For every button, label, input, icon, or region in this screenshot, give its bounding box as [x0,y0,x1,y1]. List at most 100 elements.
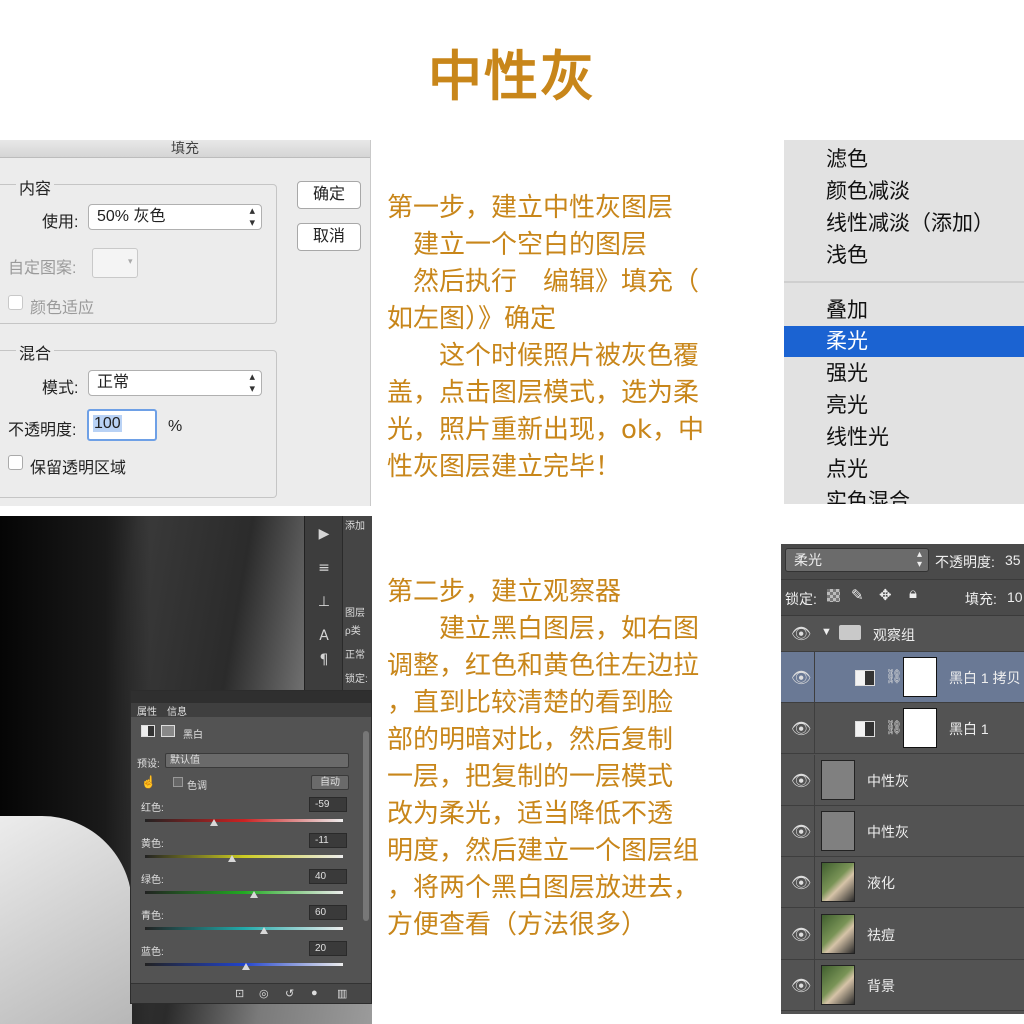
brush-icon[interactable]: ✎ [851,586,864,604]
slider-value-field[interactable]: -11 [309,833,347,848]
slider-thumb[interactable] [259,927,268,934]
eye-icon[interactable]: 👁︎ [791,925,811,945]
menu-item-linear-light[interactable]: 线性光 [784,422,1024,453]
layer-row[interactable]: 👁︎ ⛓︎ 黑白 1 [781,703,1024,755]
slider-thumb[interactable] [249,891,258,898]
layer-row[interactable]: 👁︎ 祛痘 [781,908,1024,960]
layer-mask-thumb[interactable] [903,657,937,697]
auto-button[interactable]: 自动 [311,775,349,790]
lock-icon[interactable]: 🔒︎ [909,585,917,602]
opacity-value: 100 [93,415,122,432]
menu-item-hard-light[interactable]: 强光 [784,358,1024,389]
layer-thumb[interactable] [821,810,855,851]
eye-icon[interactable]: 👁︎ [791,624,811,644]
layer-thumb[interactable] [821,964,855,1005]
chain-link-icon[interactable]: ⛓︎ [885,719,903,736]
layer-name: 液化 [867,875,895,892]
menu-item-screen[interactable]: 滤色 [784,144,1024,175]
slider-value-field[interactable]: 60 [309,905,347,920]
eye-icon[interactable]: 👁︎ [791,822,811,842]
step2-line: 明度，然后建立一个图层组 [387,836,700,866]
fill-dialog-title: 填充 [0,140,370,158]
slider-track[interactable] [145,819,343,822]
use-select[interactable]: 50% 灰色 ▴ ▾ [88,204,262,230]
slider-track[interactable] [145,891,343,894]
slider-thumb[interactable] [241,963,250,970]
slider-label: 绿色: [141,875,164,886]
panel-scrollbar[interactable] [363,731,369,921]
layer-lock-label: 锁定: [785,591,817,607]
step2-line: 第二步，建立观察器 [387,577,622,607]
visibility-toggle-icon[interactable]: ◎ [259,987,269,1000]
layer-blend-select[interactable]: 柔光 ▴ ▾ [785,548,929,572]
layer-row[interactable]: 👁︎ 背景 [781,959,1024,1011]
bw-adjustment-icon [855,721,875,738]
play-icon[interactable]: ▶ [313,524,335,544]
menu-item-color-dodge[interactable]: 颜色减淡 [784,176,1024,207]
slider-value-field[interactable]: 40 [309,869,347,884]
slider-value-field[interactable]: 20 [309,941,347,956]
menu-item-overlay[interactable]: 叠加 [784,295,1024,326]
tab-info[interactable]: 信息 [167,703,187,718]
side-search[interactable]: ρ类 [345,622,361,637]
ok-button[interactable]: 确定 [297,181,361,209]
menu-item-soft-light[interactable]: 柔光 [784,326,1024,357]
layer-thumb[interactable] [821,862,855,903]
preserve-transparency-checkbox[interactable] [8,455,23,470]
slider-track[interactable] [145,927,343,930]
row-divider [814,959,815,1011]
eye-icon[interactable]: 👁︎ [791,719,811,739]
slider-value-field[interactable]: -59 [309,797,347,812]
tint-checkbox[interactable] [173,777,183,787]
layer-opacity-value[interactable]: 35 [1005,552,1021,568]
side-tab-layers[interactable]: 图层 [345,604,365,619]
layer-mask-thumb[interactable] [903,708,937,749]
side-lock: 锁定: [345,674,368,685]
slider-thumb[interactable] [210,819,219,826]
menu-item-lighter-color[interactable]: 浅色 [784,240,1024,271]
reset-icon[interactable]: ↺ [285,987,294,1000]
eye-icon[interactable]: 👁︎ [791,976,811,996]
layer-thumb[interactable] [821,913,855,954]
menu-item-hard-mix[interactable]: 实色混合 [784,486,1024,504]
opacity-input[interactable]: 100 [87,409,157,441]
cancel-button[interactable]: 取消 [297,223,361,251]
slider-thumb[interactable] [228,855,237,862]
layer-row[interactable]: 👁︎ 中性灰 [781,754,1024,806]
trash-icon[interactable]: ▥ [337,987,347,1000]
hand-icon[interactable]: ☝ [141,775,156,789]
tab-properties[interactable]: 属性 [137,703,157,718]
layer-row[interactable]: 👁︎ ⛓︎ 黑白 1 拷贝 [781,652,1024,703]
eye-icon[interactable]: 👁︎ [791,873,811,893]
fill-dialog: 填充 内容 使用: 50% 灰色 ▴ ▾ 自定图案: ▾ 颜色适应 混合 模式: … [0,140,371,506]
eye-icon[interactable]: 👁︎ [791,771,811,791]
lock-transparent-icon[interactable] [827,589,840,602]
layer-row[interactable]: 👁︎ 液化 [781,857,1024,909]
chain-link-icon[interactable]: ⛓︎ [885,668,903,685]
layer-fill-value[interactable]: 10 [1007,589,1023,605]
preset-select[interactable]: 默认值 [165,753,349,768]
mode-select[interactable]: 正常 ▴ ▾ [88,370,262,396]
slider-track[interactable] [145,855,343,858]
eye-icon[interactable]: ● [311,987,318,999]
layer-row[interactable]: 👁︎ 中性灰 [781,805,1024,857]
text-icon[interactable]: A [313,626,335,646]
clip-icon[interactable]: ⊡ [235,987,244,1000]
menu-item-pin-light[interactable]: 点光 [784,454,1024,485]
row-divider [814,805,815,857]
sliders-icon[interactable]: ≡ [313,558,335,578]
step2-line: ，将两个黑白图层放进去， [387,873,700,903]
slider-value: -59 [315,799,330,810]
move-icon[interactable]: ✥ [879,586,892,604]
side-mode[interactable]: 正常 [345,646,365,661]
chevron-down-icon[interactable]: ▼ [821,626,832,638]
stamp-icon[interactable]: ⊥ [313,592,335,612]
eye-icon[interactable]: 👁︎ [791,668,811,688]
layer-thumb[interactable] [821,759,855,800]
color-adapt-checkbox[interactable] [8,295,23,310]
menu-item-vivid-light[interactable]: 亮光 [784,390,1024,421]
select-arrows-icon: ▴ ▾ [249,371,255,395]
layer-group-row[interactable]: 👁︎ ▼ 观察组 [781,616,1024,652]
paragraph-icon[interactable]: ¶ [313,650,335,670]
menu-item-linear-dodge[interactable]: 线性减淡（添加） [784,208,1024,239]
